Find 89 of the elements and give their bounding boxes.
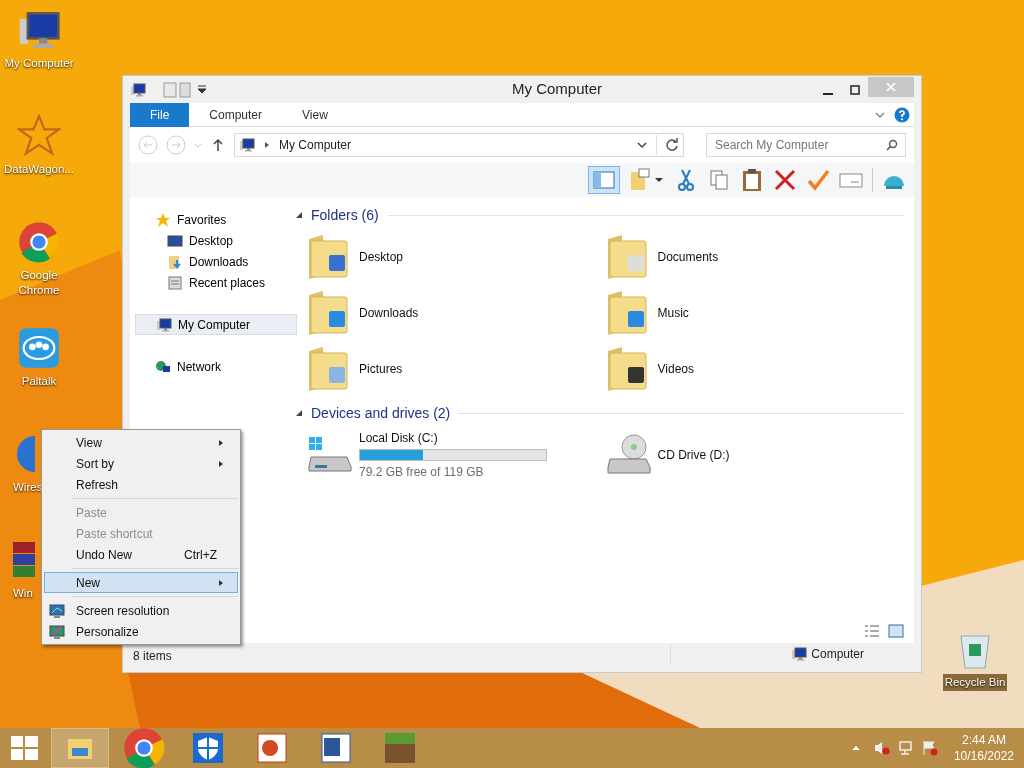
address-bar[interactable]: My Computer	[234, 133, 684, 157]
computer-icon	[239, 137, 255, 153]
address-text: My Computer	[279, 137, 353, 154]
free-space-text: 79.2 GB free of 119 GB	[359, 464, 485, 481]
collapse-triangle-icon[interactable]	[295, 211, 303, 219]
maximize-icon	[849, 84, 860, 95]
breadcrumb-arrow-icon	[263, 141, 271, 149]
menu-item[interactable]: View	[44, 432, 238, 453]
item-label: Videos	[657, 361, 694, 378]
group-heading: Devices and drives (2)	[311, 403, 451, 423]
drive-label: Local Disk (C:)	[359, 430, 439, 447]
shortcut-text: Ctrl+Z	[184, 546, 217, 564]
chevron-down-icon[interactable]	[636, 139, 648, 151]
item-label: CD Drive (D:)	[657, 447, 730, 464]
nav-item[interactable]: Desktop	[150, 230, 294, 251]
nav-item[interactable]: Network	[138, 356, 294, 377]
download-folder-icon	[167, 253, 183, 270]
folder-item[interactable]: Music	[605, 285, 904, 341]
item-label: Music	[657, 305, 689, 322]
computer-icon	[130, 81, 146, 98]
folder-item[interactable]: Desktop	[307, 229, 606, 285]
slides-app-icon	[256, 732, 288, 764]
flag-alert-icon[interactable]	[921, 740, 938, 756]
nav-item[interactable]: Favorites	[138, 209, 294, 230]
muted-speaker-icon[interactable]	[873, 740, 890, 756]
menu-item[interactable]: Screen resolution	[44, 600, 238, 621]
item-label: Desktop	[359, 249, 404, 266]
minimize-icon	[822, 92, 833, 95]
delete-icon[interactable]	[773, 168, 797, 192]
menu-item[interactable]: Undo New Ctrl+Z	[44, 544, 238, 565]
monitor-brush-icon	[49, 623, 65, 640]
drive-item[interactable]: CD Drive (D:)	[605, 427, 904, 483]
details-view-icon[interactable]	[864, 623, 880, 639]
copy-icon[interactable]	[707, 168, 731, 192]
ribbon-tab[interactable]: File	[130, 102, 190, 127]
nav-item[interactable]: Recent places	[150, 272, 294, 293]
nav-item[interactable]: My Computer	[135, 314, 297, 335]
search-icon	[886, 139, 898, 151]
close-icon	[886, 81, 896, 92]
computer-icon	[791, 646, 808, 662]
menu-item[interactable]: New	[44, 572, 238, 593]
shield-icon	[192, 732, 224, 764]
folder-item[interactable]: Documents	[605, 229, 904, 285]
chrome-icon	[122, 726, 166, 768]
refresh-icon[interactable]	[665, 138, 679, 152]
menu-item[interactable]: Refresh	[44, 474, 238, 495]
item-label: Documents	[657, 249, 719, 266]
computer-icon	[156, 316, 172, 333]
document-app-icon	[320, 732, 352, 764]
hard-drive-icon	[307, 435, 353, 475]
item-count: 8 items	[132, 648, 173, 665]
recent-places-icon	[167, 274, 183, 291]
window-title: My Computer	[511, 79, 603, 100]
ribbon-tab[interactable]: View	[282, 102, 348, 127]
nav-item[interactable]: Downloads	[150, 251, 294, 272]
collapse-triangle-icon[interactable]	[295, 409, 303, 417]
preview-pane-icon[interactable]	[588, 166, 620, 194]
chat-people-icon	[17, 326, 61, 370]
menu-item[interactable]: Personalize	[44, 621, 238, 642]
clipboard-icon[interactable]	[740, 168, 764, 192]
monitor-icon	[49, 602, 65, 619]
star-icon	[155, 211, 171, 228]
desktop-icon	[167, 232, 183, 249]
search-field[interactable]: Search My Computer	[706, 133, 906, 157]
desktop-icon-label[interactable]: Recycle Bin	[942, 674, 1008, 692]
menu-item[interactable]: Sort by	[44, 453, 238, 474]
submenu-arrow-icon	[217, 438, 225, 447]
folder-item[interactable]: Videos	[605, 341, 904, 397]
folder-item[interactable]: Downloads	[307, 285, 606, 341]
cd-drive-icon	[605, 433, 652, 477]
item-label: Downloads	[359, 305, 419, 322]
group-heading: Folders (6)	[311, 205, 379, 225]
submenu-arrow-icon	[217, 459, 225, 468]
folder-options-icon[interactable]	[629, 168, 665, 192]
ribbon-tab[interactable]: Computer	[189, 102, 283, 127]
submenu-arrow-icon	[217, 578, 225, 587]
item-label: Pictures	[359, 361, 403, 378]
drive-item[interactable]: Local Disk (C:) 79.2 GB free of 119 GB	[307, 427, 606, 483]
network-icon	[155, 358, 171, 375]
help-icon[interactable]	[894, 106, 910, 123]
grass-block-icon	[384, 732, 416, 764]
network-status-icon[interactable]	[897, 740, 914, 756]
large-icons-view-icon[interactable]	[888, 623, 904, 639]
status-location: Computer	[811, 646, 864, 663]
windows-logo-icon	[10, 736, 38, 760]
checkmark-icon[interactable]	[806, 168, 830, 192]
chrome-icon	[17, 220, 61, 264]
star-emblem-icon	[17, 114, 61, 158]
folder-item[interactable]: Pictures	[307, 341, 606, 397]
